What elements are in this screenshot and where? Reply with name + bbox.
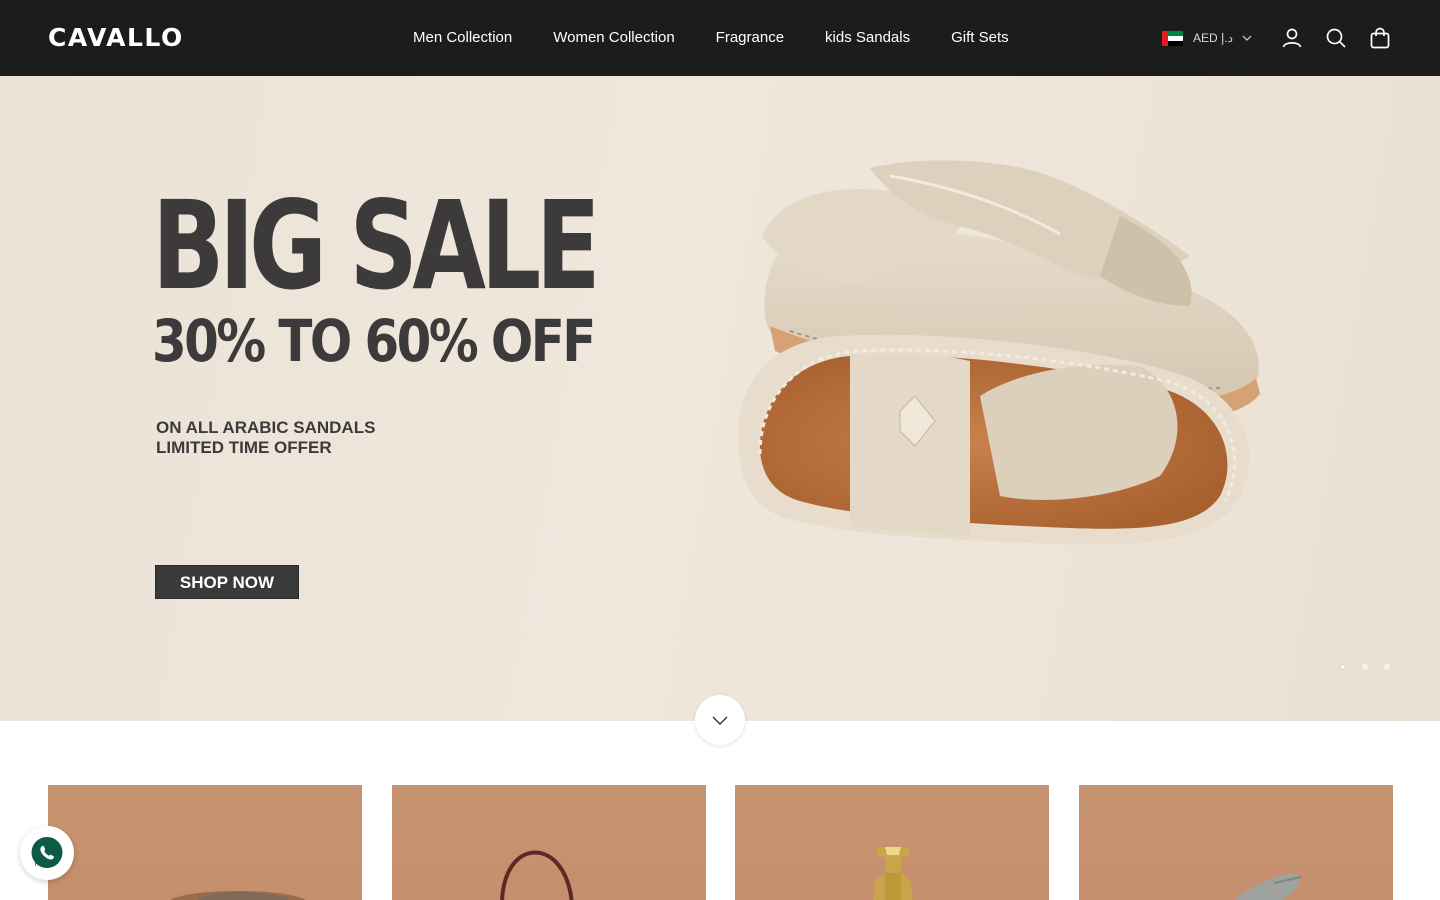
chevron-down-icon xyxy=(712,716,728,725)
nav-item-women-collection[interactable]: Women Collection xyxy=(553,28,674,48)
sandal-grey-product-image xyxy=(1234,873,1302,900)
product-card-grey-sandal[interactable] xyxy=(1079,785,1393,900)
product-card-bag[interactable] xyxy=(392,785,706,900)
slide-dot-3[interactable] xyxy=(1384,664,1390,670)
currency-label: AED د.إ xyxy=(1193,31,1234,45)
fragrance-product-image xyxy=(873,847,913,900)
search-icon[interactable] xyxy=(1324,26,1348,50)
site-header: CAVALLO Men Collection Women Collection … xyxy=(0,0,1440,76)
chevron-down-icon xyxy=(1242,35,1252,41)
hero-line-2: LIMITED TIME OFFER xyxy=(156,438,332,457)
whatsapp-icon xyxy=(31,837,63,868)
currency-selector[interactable]: AED د.إ xyxy=(1162,29,1253,47)
bag-product-image xyxy=(500,850,574,900)
hero-banner: BIG SALE 30% TO 60% OFF ON ALL ARABIC SA… xyxy=(0,76,1440,721)
product-card-sandal[interactable] xyxy=(48,785,362,900)
brand-logo[interactable]: CAVALLO xyxy=(48,24,184,52)
slider-dots xyxy=(1340,664,1406,670)
nav-item-kids-sandals[interactable]: kids Sandals xyxy=(825,28,910,48)
main-nav: Men Collection Women Collection Fragranc… xyxy=(413,28,1009,48)
nav-item-men-collection[interactable]: Men Collection xyxy=(413,28,512,48)
product-card-fragrance[interactable] xyxy=(735,785,1049,900)
nav-item-fragrance[interactable]: Fragrance xyxy=(716,28,784,48)
nav-item-gift-sets[interactable]: Gift Sets xyxy=(951,28,1009,48)
sandal-product-image xyxy=(170,891,306,900)
hero-subtitle: 30% TO 60% OFF xyxy=(152,307,596,375)
scroll-down-button[interactable] xyxy=(695,695,745,745)
hero-title: BIG SALE xyxy=(152,175,601,317)
hero-line-1: ON ALL ARABIC SANDALS xyxy=(156,418,376,437)
uae-flag-icon xyxy=(1162,30,1183,46)
account-icon[interactable] xyxy=(1280,26,1304,50)
slide-dot-2[interactable] xyxy=(1362,664,1368,670)
shop-now-button[interactable]: SHOP NOW xyxy=(155,565,299,599)
slide-dot-1[interactable] xyxy=(1340,664,1346,670)
whatsapp-button[interactable] xyxy=(20,826,74,880)
cart-icon[interactable] xyxy=(1368,26,1392,50)
sandals-image xyxy=(738,160,1260,545)
